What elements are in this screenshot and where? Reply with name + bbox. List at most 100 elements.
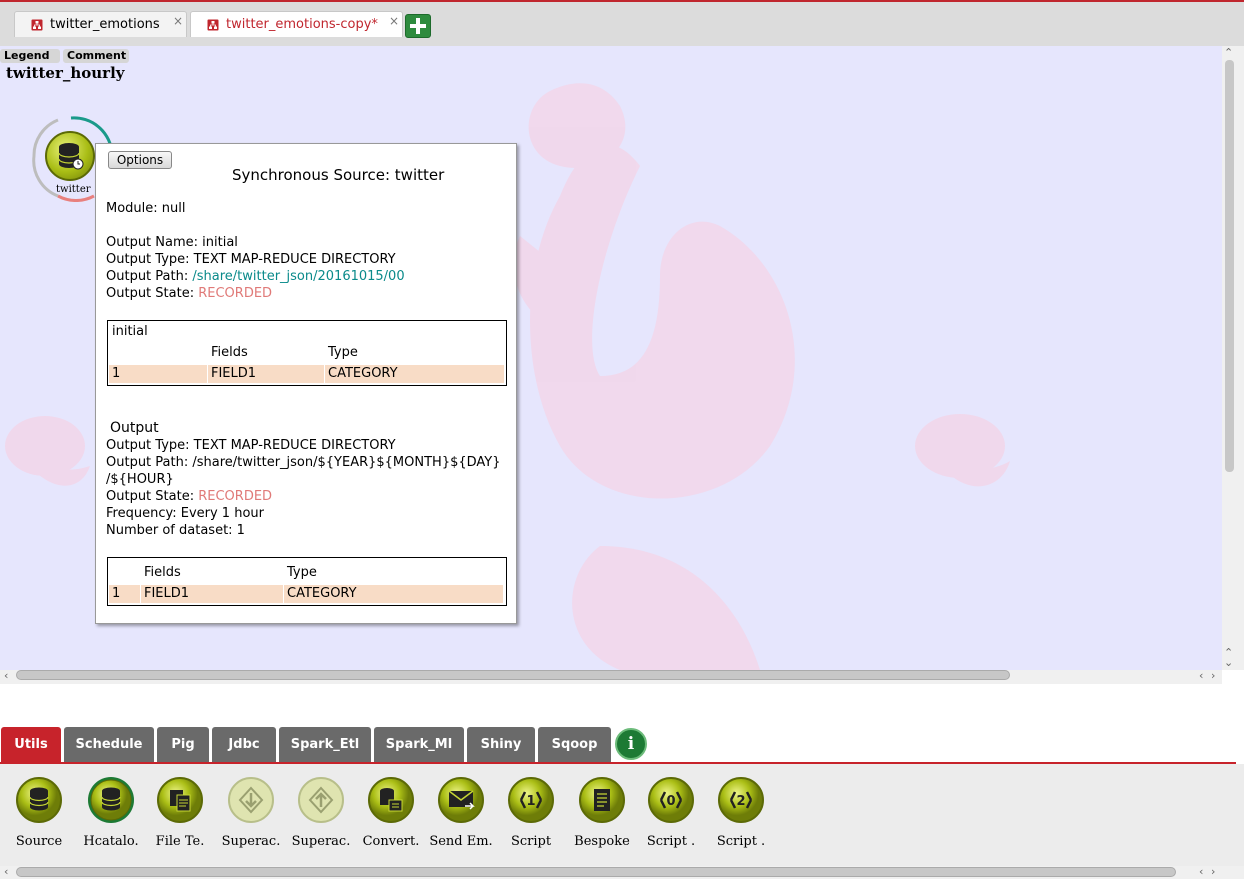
tab-spark-ml[interactable]: Spark_Ml (374, 727, 464, 762)
palette-item-label: Superac. (221, 834, 281, 849)
palette-scroll-thumb[interactable] (16, 867, 1176, 877)
document-icon (579, 777, 625, 823)
scroll-down-arrow-icon[interactable]: ⌄ (1224, 656, 1233, 669)
palette-item-label: Script . (716, 834, 766, 849)
frequency-text: Frequency: Every 1 hour (106, 506, 264, 521)
palette-item-source[interactable]: Source (4, 774, 74, 854)
palette-item-convert[interactable]: Convert. (356, 774, 426, 854)
scroll-right-arrow-icon[interactable]: › (1211, 865, 1215, 878)
tab-label: twitter_emotions-copy* (226, 17, 378, 32)
info-icon[interactable]: i (615, 728, 647, 760)
table-row-index: 1 (109, 365, 207, 383)
workflow-tab-bar: twitter_emotions × twitter_emotions-copy… (0, 0, 1244, 46)
table-row-type: CATEGORY (325, 365, 504, 383)
close-icon[interactable]: × (173, 14, 183, 28)
script-1-icon: 1 (508, 777, 554, 823)
workflow-icon (31, 19, 43, 31)
email-icon (438, 777, 484, 823)
svg-text:0: 0 (666, 794, 675, 809)
node-details-popup: Options Synchronous Source: twitter Modu… (95, 143, 517, 624)
database-clock-icon (58, 143, 84, 170)
module-text: Module: null (106, 201, 186, 216)
script-0-icon: 0 (648, 777, 694, 823)
schema-table-initial: initial Fields Type 1 FIELD1 CATEGORY (107, 320, 507, 386)
file-text-icon (157, 777, 203, 823)
palette-item-label: Send Em. (429, 834, 493, 849)
scroll-left-arrow-icon[interactable]: ‹ (1199, 865, 1203, 878)
comment-button[interactable]: Comment (63, 49, 129, 63)
tab-label: twitter_emotions (50, 17, 160, 32)
palette-item-label: Convert. (362, 834, 420, 849)
options-button[interactable]: Options (108, 151, 172, 169)
schema-table-output: Fields Type 1 FIELD1 CATEGORY (107, 557, 507, 606)
palette-item-label: Bespoke (574, 834, 630, 849)
palette-item-file-text[interactable]: File Te. (145, 774, 215, 854)
output-state-value: RECORDED (198, 286, 273, 301)
palette-item-label: Script . (646, 834, 696, 849)
tab-shiny[interactable]: Shiny (467, 727, 535, 762)
close-icon[interactable]: × (389, 14, 399, 28)
upload-arrow-icon (298, 777, 344, 823)
output-type-2: Output Type: TEXT MAP-REDUCE DIRECTORY (106, 438, 396, 453)
palette-item-label: Script (510, 834, 552, 849)
palette-item-label: Superac. (291, 834, 351, 849)
database-icon (88, 777, 134, 823)
bottom-spacer (0, 684, 1244, 725)
dataset-count-text: Number of dataset: 1 (106, 523, 245, 538)
plus-icon (410, 18, 426, 34)
table-row-field: FIELD1 (208, 365, 324, 383)
tab-jdbc[interactable]: Jdbc (212, 727, 276, 762)
output-path-label: Output Path: (106, 269, 189, 284)
table-row-type: CATEGORY (284, 585, 503, 603)
scroll-up-arrow-icon[interactable]: ⌃ (1224, 46, 1233, 59)
table-caption: initial (112, 324, 148, 339)
tab-schedule[interactable]: Schedule (64, 727, 154, 762)
palette-item-label: Hcatalo. (83, 834, 139, 849)
node-icon (45, 131, 95, 181)
tab-sqoop[interactable]: Sqoop (538, 727, 611, 762)
tab-twitter-emotions[interactable]: twitter_emotions × (14, 11, 187, 37)
output-state-label: Output State: (106, 489, 195, 504)
palette-item-script-1[interactable]: 1 Script (496, 774, 566, 854)
database-icon (16, 777, 62, 823)
palette-item-hcatalog[interactable]: Hcatalo. (76, 774, 146, 854)
table-header-fields: Fields (211, 345, 248, 360)
horizontal-scroll-thumb[interactable] (16, 670, 1010, 680)
vertical-scroll-thumb[interactable] (1225, 60, 1234, 472)
output-path-link[interactable]: /share/twitter_json/20161015/00 (192, 269, 404, 284)
palette-item-bespoke[interactable]: Bespoke (567, 774, 637, 854)
scroll-right-arrow-icon[interactable]: › (1211, 669, 1215, 682)
palette-item-label: Source (15, 834, 63, 849)
table-header-type: Type (328, 345, 358, 360)
table-header-fields: Fields (144, 565, 181, 580)
svg-text:1: 1 (526, 794, 535, 809)
tab-pig[interactable]: Pig (157, 727, 209, 762)
palette-item-send-email[interactable]: Send Em. (426, 774, 496, 854)
tab-utils[interactable]: Utils (1, 727, 61, 762)
table-row-index: 1 (109, 585, 140, 603)
output-heading: Output (110, 420, 159, 436)
output-path-2: Output Path: /share/twitter_json/${YEAR}… (106, 455, 501, 470)
add-tab-button[interactable] (405, 14, 431, 38)
palette-item-script-0[interactable]: 0 Script . (636, 774, 706, 854)
node-label: twitter (56, 184, 91, 195)
output-state-2: Output State: RECORDED (106, 489, 272, 504)
action-palette: Source Hcatalo. File Te. Superac. Supera… (0, 764, 1244, 866)
output-state-value: RECORDED (198, 489, 273, 504)
palette-item-script-2[interactable]: 2 Script . (706, 774, 776, 854)
palette-item-superaction-in[interactable]: Superac. (216, 774, 286, 854)
convert-icon (368, 777, 414, 823)
download-arrow-icon (228, 777, 274, 823)
tab-twitter-emotions-copy[interactable]: twitter_emotions-copy* × (190, 11, 403, 37)
palette-tab-bar: Utils Schedule Pig Jdbc Spark_Etl Spark_… (0, 725, 1244, 763)
scroll-left-arrow-icon[interactable]: ‹ (1199, 669, 1203, 682)
legend-button[interactable]: Legend (0, 49, 60, 63)
output-state-label: Output State: (106, 286, 195, 301)
palette-item-superaction-out[interactable]: Superac. (286, 774, 356, 854)
palette-item-label: File Te. (155, 834, 205, 849)
scroll-left-arrow-icon[interactable]: ‹ (4, 865, 8, 878)
output-type: Output Type: TEXT MAP-REDUCE DIRECTORY (106, 252, 396, 267)
scroll-left-arrow-icon[interactable]: ‹ (4, 669, 8, 682)
tab-spark-etl[interactable]: Spark_Etl (279, 727, 371, 762)
workflow-icon (207, 19, 219, 31)
